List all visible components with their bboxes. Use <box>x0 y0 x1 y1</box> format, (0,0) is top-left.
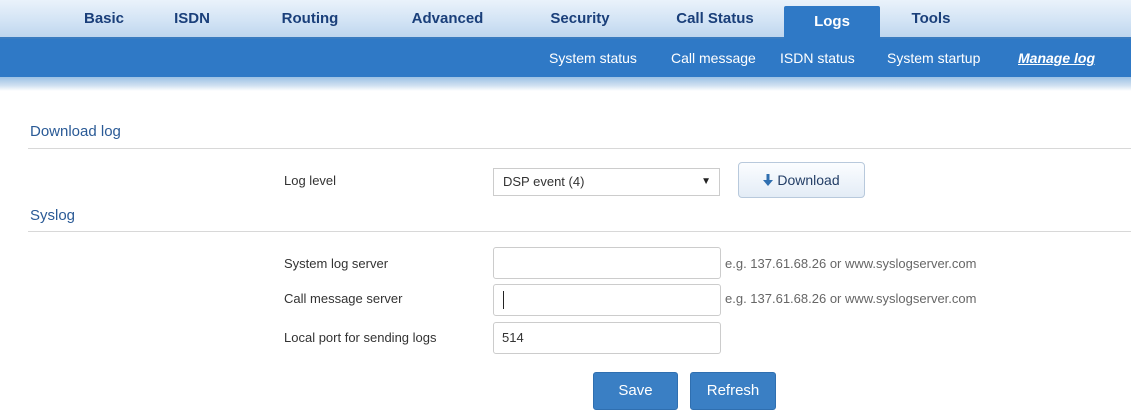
syslog-title: Syslog <box>30 207 76 224</box>
tab-isdn[interactable]: ISDN <box>162 0 222 37</box>
download-button-label: Download <box>777 172 840 188</box>
call-message-server-input[interactable] <box>493 284 721 316</box>
save-button[interactable]: Save <box>593 372 678 410</box>
tab-call-status[interactable]: Call Status <box>660 0 770 37</box>
system-log-server-input[interactable] <box>493 247 721 279</box>
subtab-system-status[interactable]: System status <box>549 39 637 77</box>
subtab-isdn-status[interactable]: ISDN status <box>780 39 855 77</box>
refresh-button[interactable]: Refresh <box>690 372 776 410</box>
tab-tools[interactable]: Tools <box>896 0 966 37</box>
syslog-divider <box>28 231 1131 232</box>
call-message-server-label: Call message server <box>284 291 403 306</box>
tab-basic[interactable]: Basic <box>62 0 146 37</box>
tab-advanced[interactable]: Advanced <box>395 0 500 37</box>
tab-security[interactable]: Security <box>535 0 625 37</box>
download-log-title: Download log <box>30 123 121 140</box>
sub-navigation: System status Call message ISDN status S… <box>0 39 1131 77</box>
log-level-select[interactable]: DSP event (4) ▼ <box>493 168 720 196</box>
nav-shadow <box>0 77 1131 91</box>
subtab-manage-log[interactable]: Manage log <box>1018 39 1095 77</box>
subtab-system-startup[interactable]: System startup <box>887 39 980 77</box>
download-log-divider <box>28 148 1131 149</box>
top-navigation: Basic ISDN Routing Advanced Security Cal… <box>0 0 1131 39</box>
local-port-label: Local port for sending logs <box>284 330 437 345</box>
download-button[interactable]: Download <box>738 162 865 198</box>
subtab-call-message[interactable]: Call message <box>671 39 756 77</box>
dropdown-arrow-icon: ▼ <box>701 176 711 187</box>
system-log-server-label: System log server <box>284 256 389 271</box>
system-log-server-hint: e.g. 137.61.68.26 or www.syslogserver.co… <box>725 256 977 271</box>
local-port-input[interactable]: 514 <box>493 322 721 354</box>
log-level-value: DSP event (4) <box>503 174 585 189</box>
download-arrow-icon <box>763 174 774 186</box>
tab-logs[interactable]: Logs <box>784 6 880 39</box>
call-message-server-hint: e.g. 137.61.68.26 or www.syslogserver.co… <box>725 291 977 306</box>
log-level-label: Log level <box>284 173 337 188</box>
tab-routing[interactable]: Routing <box>268 0 352 37</box>
text-cursor <box>503 291 504 309</box>
